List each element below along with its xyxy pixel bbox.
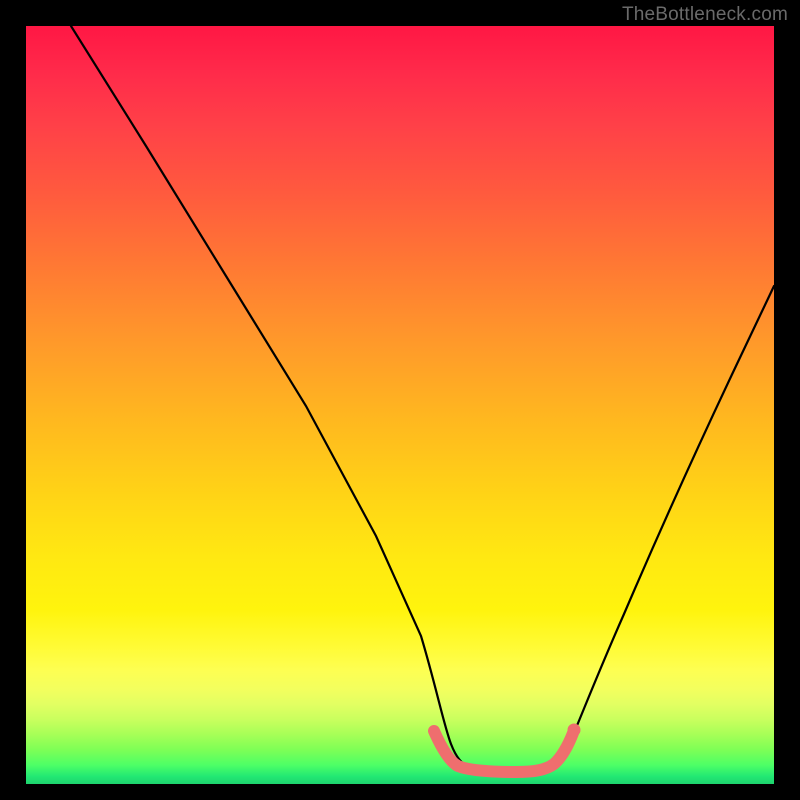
chart-frame: TheBottleneck.com <box>0 0 800 800</box>
chart-curve-layer <box>26 26 774 784</box>
marker-dot <box>568 724 581 737</box>
attribution-text: TheBottleneck.com <box>622 4 788 26</box>
bottleneck-curve <box>71 26 774 771</box>
